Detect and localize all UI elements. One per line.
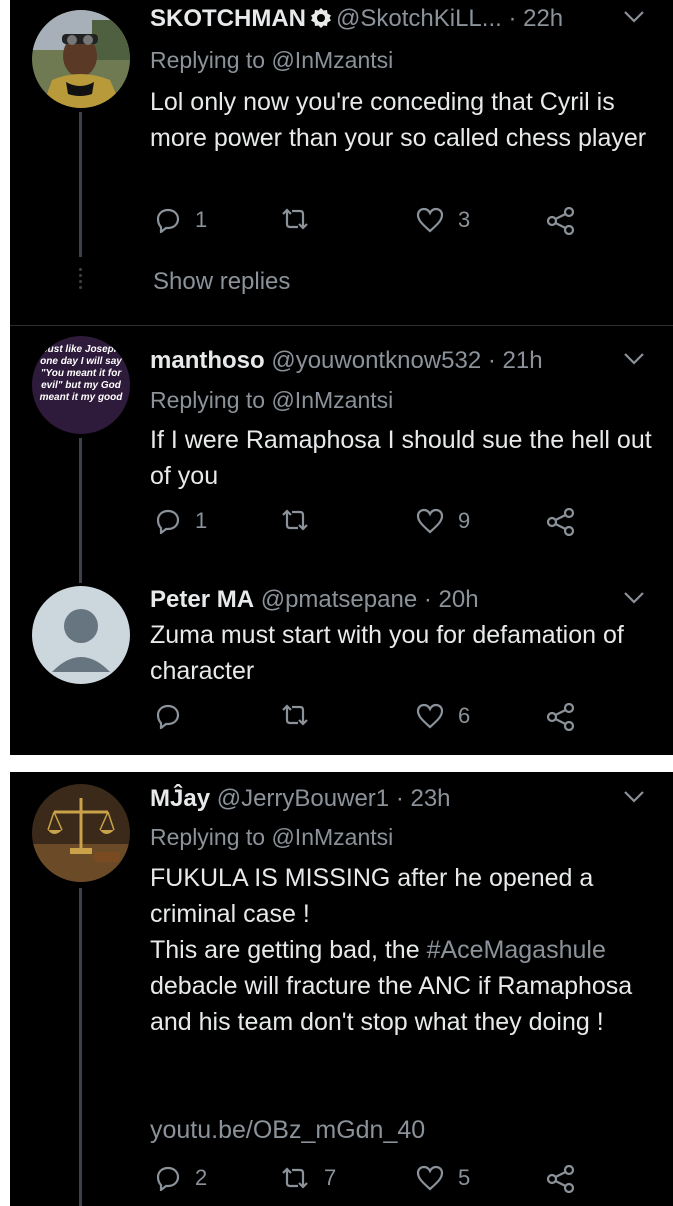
- tweet-actions: 1 9: [150, 508, 670, 548]
- screenshot-panel-bottom: MĴay @JerryBouwer1 · 23h Replying to @In…: [10, 772, 673, 1206]
- reply-button[interactable]: [155, 703, 195, 729]
- tweet-actions: 1 3: [150, 207, 670, 247]
- share-icon: [546, 207, 576, 235]
- retweet-icon: [280, 703, 310, 727]
- like-count: 6: [458, 703, 471, 728]
- share-icon: [546, 508, 576, 536]
- tweet-header: manthoso @youwontknow532 · 21h: [150, 346, 543, 376]
- reply-icon: [155, 508, 181, 534]
- tweet-text: FUKULA IS MISSING after he opened a crim…: [150, 860, 665, 1040]
- reply-count: 1: [195, 207, 208, 232]
- like-count: 5: [458, 1165, 471, 1190]
- default-avatar-icon[interactable]: [32, 586, 130, 684]
- avatar-text: Just like Joseph one day I will say "You…: [39, 344, 123, 403]
- avatar[interactable]: Just like Joseph one day I will say "You…: [32, 336, 130, 434]
- share-button[interactable]: [546, 703, 576, 731]
- heart-icon: [416, 508, 444, 534]
- like-button[interactable]: 6: [416, 703, 470, 729]
- retweet-icon: [280, 1166, 310, 1190]
- thread-line: [79, 112, 82, 257]
- timestamp[interactable]: · 20h: [424, 586, 479, 613]
- tweet-manthoso[interactable]: Just like Joseph one day I will say "You…: [10, 326, 673, 583]
- display-name[interactable]: manthoso: [150, 347, 265, 374]
- chevron-down-icon[interactable]: [623, 790, 645, 809]
- chevron-down-icon[interactable]: [623, 10, 645, 29]
- tweet-text-segment: debacle will fracture the ANC if Ramapho…: [150, 972, 633, 1036]
- tweet-header: Peter MA @pmatsepane · 20h: [150, 585, 479, 615]
- reply-button[interactable]: 2: [155, 1165, 207, 1191]
- tweet-actions: 2 7 5: [150, 1165, 670, 1205]
- timestamp[interactable]: · 21h: [488, 347, 543, 374]
- chevron-down-icon[interactable]: [623, 352, 645, 371]
- retweet-button[interactable]: [280, 508, 324, 532]
- retweet-button[interactable]: [280, 207, 324, 231]
- like-button[interactable]: 3: [416, 207, 470, 233]
- share-button[interactable]: [546, 508, 576, 536]
- heart-icon: [416, 1165, 444, 1191]
- reply-button[interactable]: 1: [155, 207, 207, 233]
- like-count: 3: [458, 207, 471, 232]
- like-button[interactable]: 9: [416, 508, 470, 534]
- tweet-text-segment: This are getting bad, the: [150, 936, 427, 964]
- tweet-mjay[interactable]: MĴay @JerryBouwer1 · 23h Replying to @In…: [10, 772, 673, 1206]
- share-button[interactable]: [546, 207, 576, 235]
- display-name[interactable]: MĴay: [150, 785, 210, 812]
- thread-line: [79, 438, 82, 583]
- reply-icon: [155, 703, 181, 729]
- reply-button[interactable]: 1: [155, 508, 207, 534]
- retweet-icon: [280, 207, 310, 231]
- verified-badge-icon: [310, 7, 332, 37]
- tweet-header: SKOTCHMAN @SkotchKiLL... · 22h: [150, 4, 563, 37]
- avatar[interactable]: [32, 784, 130, 882]
- replying-to[interactable]: Replying to @InMzantsi: [150, 824, 393, 851]
- reply-count: 2: [195, 1165, 208, 1190]
- replying-to[interactable]: Replying to @InMzantsi: [150, 387, 393, 414]
- retweet-count: 7: [324, 1165, 337, 1190]
- user-handle[interactable]: @youwontknow532: [271, 347, 481, 374]
- share-icon: [546, 1165, 576, 1193]
- heart-icon: [416, 207, 444, 233]
- retweet-button[interactable]: [280, 703, 324, 727]
- hashtag-link[interactable]: #AceMagashule: [427, 936, 606, 964]
- share-icon: [546, 703, 576, 731]
- tweet-text: Zuma must start with you for defamation …: [150, 621, 624, 685]
- tweet-text: Lol only now you're conceding that Cyril…: [150, 88, 647, 152]
- retweet-icon: [280, 508, 310, 532]
- tweet-text-paragraph: This are getting bad, the #AceMagashule …: [150, 932, 665, 1040]
- tweet-header: MĴay @JerryBouwer1 · 23h: [150, 784, 451, 814]
- user-handle[interactable]: @SkotchKiLL...: [336, 5, 502, 32]
- user-handle[interactable]: @pmatsepane: [261, 586, 417, 613]
- display-name[interactable]: Peter MA: [150, 586, 254, 613]
- timestamp[interactable]: · 22h: [508, 5, 563, 32]
- tweet-text-line: FUKULA IS MISSING after he opened a crim…: [150, 864, 594, 928]
- reply-count: 1: [195, 508, 208, 533]
- like-count: 9: [458, 508, 471, 533]
- share-button[interactable]: [546, 1165, 576, 1193]
- thread-line: [79, 888, 82, 1206]
- thread-dots: [79, 268, 82, 292]
- like-button[interactable]: 5: [416, 1165, 470, 1191]
- chevron-down-icon[interactable]: [623, 591, 645, 610]
- tweet-actions: 6: [150, 703, 670, 743]
- timestamp[interactable]: · 23h: [396, 785, 451, 812]
- screenshot-panel-top: SKOTCHMAN @SkotchKiLL... · 22h Replying t…: [10, 0, 673, 755]
- show-replies-link[interactable]: Show replies: [153, 268, 290, 296]
- retweet-button[interactable]: 7: [280, 1165, 336, 1191]
- user-handle[interactable]: @JerryBouwer1: [217, 785, 389, 812]
- replying-to[interactable]: Replying to @InMzantsi: [150, 47, 393, 74]
- url-link[interactable]: youtu.be/OBz_mGdn_40: [150, 1112, 665, 1148]
- reply-icon: [155, 207, 181, 233]
- heart-icon: [416, 703, 444, 729]
- tweet-peter-ma[interactable]: Peter MA @pmatsepane · 20h Zuma must sta…: [10, 576, 673, 755]
- reply-icon: [155, 1165, 181, 1191]
- tweet-text: If I were Ramaphosa I should sue the hel…: [150, 426, 652, 490]
- tweet-skotchman[interactable]: SKOTCHMAN @SkotchKiLL... · 22h Replying t…: [10, 0, 673, 325]
- display-name[interactable]: SKOTCHMAN: [150, 5, 306, 32]
- avatar[interactable]: [32, 10, 130, 108]
